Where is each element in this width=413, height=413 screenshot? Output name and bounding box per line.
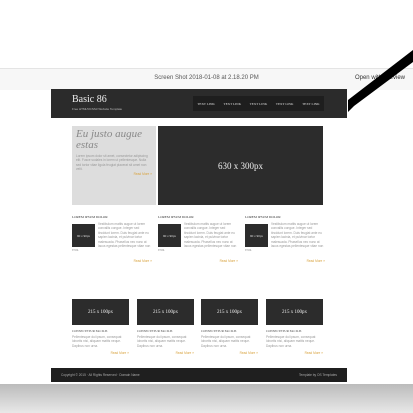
- site-nav: TEXT LINK TEXT LINK TEXT LINK TEXT LINK …: [193, 96, 324, 111]
- column: LOREM IPSUM DOLOR 90 x 90px Vestibulum m…: [72, 215, 152, 263]
- nav-link[interactable]: TEXT LINK: [197, 102, 215, 106]
- feature-box: 215 x 100px CONSECTETUR FACILIS Pellente…: [201, 299, 258, 371]
- box-heading: CONSECTETUR FACILIS: [72, 329, 108, 333]
- nav-link[interactable]: TEXT LINK: [302, 102, 320, 106]
- nav-link[interactable]: TEXT LINK: [276, 102, 294, 106]
- feature-box: 215 x 100px CONSECTETUR FACILIS Pellente…: [137, 299, 194, 371]
- column-heading: LOREM IPSUM DOLOR: [245, 215, 281, 219]
- site-footer: Copyright © 2015 · All Rights Reserved ·…: [51, 368, 347, 382]
- box-image-placeholder: 215 x 100px: [201, 299, 258, 325]
- box-heading: CONSECTETUR FACILIS: [201, 329, 237, 333]
- footer-credit[interactable]: Template by OS Templates: [299, 373, 337, 377]
- hero-text: Eu justo augue estas Lorem ipsum dolor s…: [72, 126, 156, 205]
- column: LOREM IPSUM DOLOR 90 x 90px Vestibulum m…: [158, 215, 238, 263]
- feature-box: 215 x 100px CONSECTETUR FACILIS Pellente…: [266, 299, 323, 371]
- thumb-placeholder: 90 x 90px: [245, 224, 268, 247]
- hero-image-placeholder: 630 x 300px: [158, 126, 323, 205]
- hero-heading: Eu justo augue estas: [76, 128, 142, 151]
- box-heading: CONSECTETUR FACILIS: [266, 329, 302, 333]
- column-heading: LOREM IPSUM DOLOR: [72, 215, 108, 219]
- read-more-link[interactable]: Read More »: [158, 259, 238, 263]
- site-logo[interactable]: Basic 86: [72, 94, 107, 105]
- box-image-placeholder: 215 x 100px: [137, 299, 194, 325]
- box-heading: CONSECTETUR FACILIS: [137, 329, 173, 333]
- box-text: Pellentesque dui ipsum, consequat lobort…: [137, 335, 187, 348]
- box-image-placeholder: 215 x 100px: [72, 299, 129, 325]
- thumb-placeholder: 90 x 90px: [72, 224, 95, 247]
- read-more-link[interactable]: Read More »: [266, 351, 323, 355]
- desktop-background: [0, 384, 413, 413]
- read-more-link[interactable]: Read More »: [245, 259, 325, 263]
- thumb-placeholder: 90 x 90px: [158, 224, 181, 247]
- column: LOREM IPSUM DOLOR 90 x 90px Vestibulum m…: [245, 215, 325, 263]
- read-more-link[interactable]: Read More »: [201, 351, 258, 355]
- nav-link[interactable]: TEXT LINK: [250, 102, 268, 106]
- read-more-link[interactable]: Read More »: [72, 259, 152, 263]
- column-heading: LOREM IPSUM DOLOR: [158, 215, 194, 219]
- read-more-link[interactable]: Read More »: [72, 351, 129, 355]
- read-more-link[interactable]: Read More »: [137, 351, 194, 355]
- footer-copyright: Copyright © 2015 · All Rights Reserved ·…: [61, 373, 140, 377]
- read-more-link[interactable]: Read More »: [76, 172, 152, 176]
- feature-box: 215 x 100px CONSECTETUR FACILIS Pellente…: [72, 299, 129, 371]
- site-tagline: Free HTML5/CSS3 Website Template: [72, 107, 123, 111]
- pointer-arrow-icon: [348, 50, 413, 112]
- nav-link[interactable]: TEXT LINK: [224, 102, 242, 106]
- box-text: Pellentesque dui ipsum, consequat lobort…: [72, 335, 122, 348]
- site-header: Basic 86 Free HTML5/CSS3 Website Templat…: [51, 89, 347, 118]
- box-image-placeholder: 215 x 100px: [266, 299, 323, 325]
- hero-body: Lorem ipsum dolor sit amet, consectetur …: [76, 154, 148, 172]
- box-text: Pellentesque dui ipsum, consequat lobort…: [201, 335, 251, 348]
- box-text: Pellentesque dui ipsum, consequat lobort…: [266, 335, 316, 348]
- template-preview: Basic 86 Free HTML5/CSS3 Website Templat…: [51, 89, 347, 385]
